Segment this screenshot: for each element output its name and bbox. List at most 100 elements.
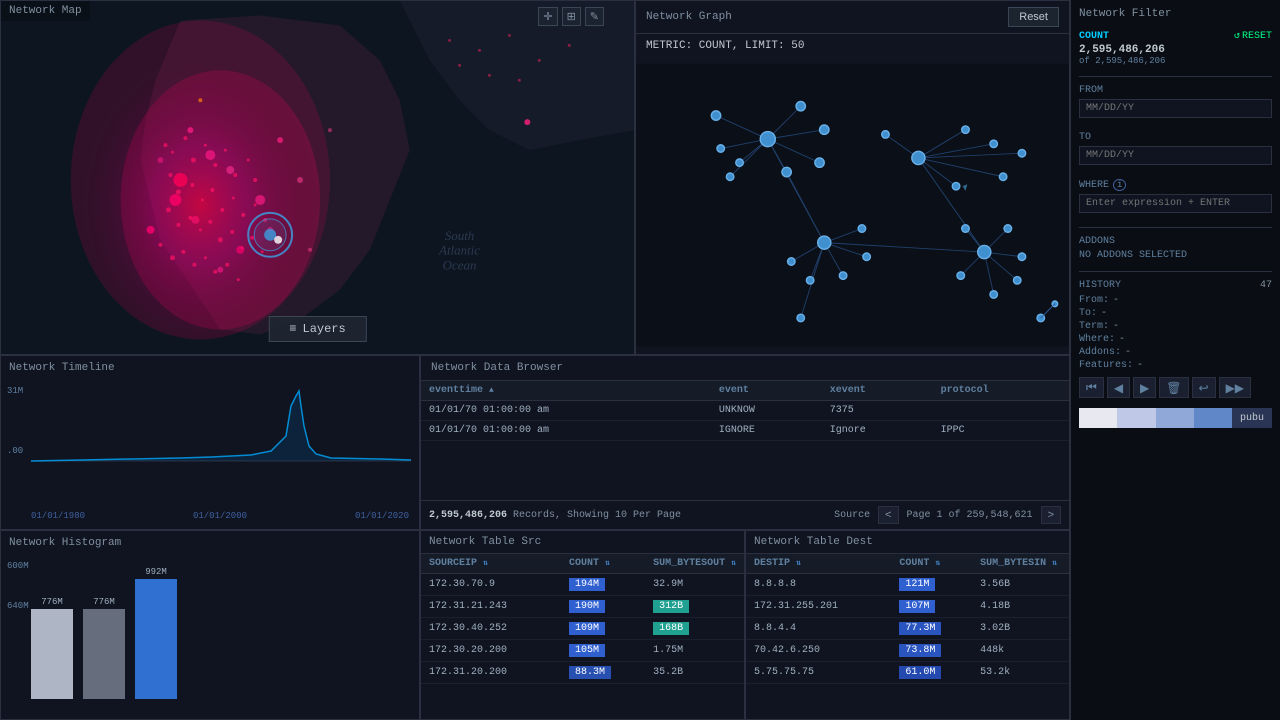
map-edit-btn[interactable]: ✎: [585, 7, 604, 26]
src-bytes: 168B: [645, 618, 744, 640]
where-info-icon[interactable]: i: [1113, 179, 1126, 191]
svg-text:Ocean: Ocean: [443, 258, 477, 273]
table-row[interactable]: 70.42.6.250 73.8M 448k: [746, 640, 1069, 662]
reset-count-btn[interactable]: ↺ RESET: [1234, 30, 1272, 42]
table-row[interactable]: 172.30.70.9 194M 32.9M: [421, 574, 744, 596]
dest-header-row: DESTIP ⇅ COUNT ⇅ SUM_BYTESIN ⇅: [746, 554, 1069, 574]
dest-ip: 172.31.255.201: [746, 596, 891, 618]
next-page-btn[interactable]: >: [1041, 506, 1061, 524]
to-input[interactable]: [1079, 146, 1272, 165]
table-row[interactable]: 8.8.8.8 121M 3.56B: [746, 574, 1069, 596]
src-count: 190M: [561, 596, 645, 618]
table-row[interactable]: 172.30.20.200 105M 1.75M: [421, 640, 744, 662]
hist-delete-btn[interactable]: 🗑: [1159, 377, 1188, 398]
table-row[interactable]: 5.75.75.75 61.0M 53.2k: [746, 662, 1069, 684]
filter-divider-3: [1079, 271, 1272, 272]
timeline-x-2000: 01/01/2000: [193, 511, 247, 521]
map-move-btn[interactable]: ✛: [538, 7, 557, 26]
dest-count: 77.3M: [891, 618, 972, 640]
source-label: Source: [834, 510, 870, 521]
history-from: From: -: [1079, 295, 1272, 306]
dest-count: 107M: [891, 596, 972, 618]
graph-panel: Network Graph Reset METRIC: COUNT, LIMIT…: [635, 0, 1070, 355]
bar-2-label: 776M: [93, 597, 115, 607]
src-bytes: 32.9M: [645, 574, 744, 596]
table-row[interactable]: 172.31.20.200 88.3M 35.2B: [421, 662, 744, 684]
from-input[interactable]: [1079, 99, 1272, 118]
filter-addons-section: ADDONS NO ADDONS SELECTED: [1079, 236, 1272, 261]
col-event[interactable]: event: [711, 381, 822, 401]
browser-table-container[interactable]: eventtime ▲ event xevent protocol 01/01/…: [421, 381, 1069, 500]
filter-history-section: HISTORY 47 From: - To: - Term: - Where: …: [1079, 280, 1272, 398]
hist-prev-btn[interactable]: ◀: [1107, 377, 1130, 398]
table-row[interactable]: 172.30.40.252 109M 168B: [421, 618, 744, 640]
dest-table-panel: Network Table Dest DESTIP ⇅ COUNT ⇅ SUM_…: [745, 530, 1070, 720]
bottom-mid: Network Data Browser eventtime ▲ event x…: [420, 355, 1070, 720]
src-col-count[interactable]: COUNT ⇅: [561, 554, 645, 574]
src-col-bytes[interactable]: SUM_BYTESOUT ⇅: [645, 554, 744, 574]
timeline-x-2020: 01/01/2020: [355, 511, 409, 521]
dest-table-scroll[interactable]: DESTIP ⇅ COUNT ⇅ SUM_BYTESIN ⇅ 8.8.8.8 1…: [746, 554, 1069, 719]
reset-btn[interactable]: Reset: [1008, 7, 1059, 27]
table-row[interactable]: 8.8.4.4 77.3M 3.02B: [746, 618, 1069, 640]
src-table-scroll[interactable]: SOURCEIP ⇅ COUNT ⇅ SUM_BYTESOUT ⇅ 172.30…: [421, 554, 744, 719]
filter-count-section: COUNT ↺ RESET 2,595,486,206 of 2,595,486…: [1079, 30, 1272, 66]
map-grid-btn[interactable]: ⊞: [562, 7, 581, 26]
cell-xevent: Ignore: [822, 421, 933, 441]
history-label: HISTORY: [1079, 280, 1121, 291]
src-ip: 172.31.20.200: [421, 662, 561, 684]
col-protocol[interactable]: protocol: [933, 381, 1069, 401]
prev-page-btn[interactable]: <: [878, 506, 898, 524]
hist-play-btn[interactable]: ▶: [1133, 377, 1156, 398]
col-xevent[interactable]: xevent: [822, 381, 933, 401]
count-of: of 2,595,486,206: [1079, 56, 1272, 66]
src-table-panel: Network Table Src SOURCEIP ⇅ COUNT ⇅ SUM…: [420, 530, 745, 720]
dest-col-ip[interactable]: DESTIP ⇅: [746, 554, 891, 574]
src-header-row: SOURCEIP ⇅ COUNT ⇅ SUM_BYTESOUT ⇅: [421, 554, 744, 574]
src-table-title: Network Table Src: [421, 531, 744, 554]
dest-col-bytes[interactable]: SUM_BYTESIN ⇅: [972, 554, 1069, 574]
src-ip: 172.30.40.252: [421, 618, 561, 640]
dest-table-title: Network Table Dest: [746, 531, 1069, 554]
table-row[interactable]: 01/01/70 01:00:00 am UNKNOW 7375: [421, 401, 1069, 421]
table-row[interactable]: 172.31.21.243 190M 312B: [421, 596, 744, 618]
filter-where-section: WHERE i: [1079, 179, 1272, 217]
map-controls: ✛ ⊞ ✎: [538, 7, 604, 26]
hist-next-btn[interactable]: ▶▶: [1219, 377, 1251, 398]
cell-eventtime: 01/01/70 01:00:00 am: [421, 401, 711, 421]
where-input[interactable]: [1079, 194, 1272, 213]
dest-table: DESTIP ⇅ COUNT ⇅ SUM_BYTESIN ⇅ 8.8.8.8 1…: [746, 554, 1069, 684]
history-addons: Addons: -: [1079, 347, 1272, 358]
color-seg-4: [1194, 408, 1232, 428]
timeline-panel: Network Timeline 31M .00 01/01/1980: [0, 355, 420, 530]
filter-to-section: TO: [1079, 132, 1272, 169]
history-term: Term: -: [1079, 321, 1272, 332]
bar-1-label: 776M: [41, 597, 63, 607]
filter-divider-2: [1079, 227, 1272, 228]
bar-3-rect: [135, 579, 177, 699]
src-bytes: 35.2B: [645, 662, 744, 684]
col-eventtime[interactable]: eventtime ▲: [421, 381, 711, 401]
dest-col-count[interactable]: COUNT ⇅: [891, 554, 972, 574]
dest-bytes: 3.56B: [972, 574, 1069, 596]
timeline-svg: [31, 376, 411, 486]
table-row[interactable]: 01/01/70 01:00:00 am IGNORE Ignore IPPC: [421, 421, 1069, 441]
histogram-title: Network Histogram: [9, 537, 411, 549]
addons-value: NO ADDONS SELECTED: [1079, 250, 1272, 261]
hist-undo-btn[interactable]: ↩: [1192, 377, 1216, 398]
bar-2-rect: [83, 609, 125, 699]
filter-divider-1: [1079, 76, 1272, 77]
src-count: 88.3M: [561, 662, 645, 684]
layers-btn[interactable]: ≡ Layers: [268, 316, 366, 342]
src-ip: 172.31.21.243: [421, 596, 561, 618]
src-col-ip[interactable]: SOURCEIP ⇅: [421, 554, 561, 574]
layers-icon: ≡: [289, 322, 296, 336]
hist-first-btn[interactable]: ⏮: [1079, 377, 1104, 398]
timeline-y-max: 31M: [7, 386, 23, 396]
hist-y-top: 600M: [7, 561, 29, 571]
cell-protocol: [933, 401, 1069, 421]
page-info: Page 1 of 259,548,621: [907, 510, 1033, 521]
timeline-x-1980: 01/01/1980: [31, 511, 85, 521]
table-row[interactable]: 172.31.255.201 107M 4.18B: [746, 596, 1069, 618]
dest-count: 73.8M: [891, 640, 972, 662]
